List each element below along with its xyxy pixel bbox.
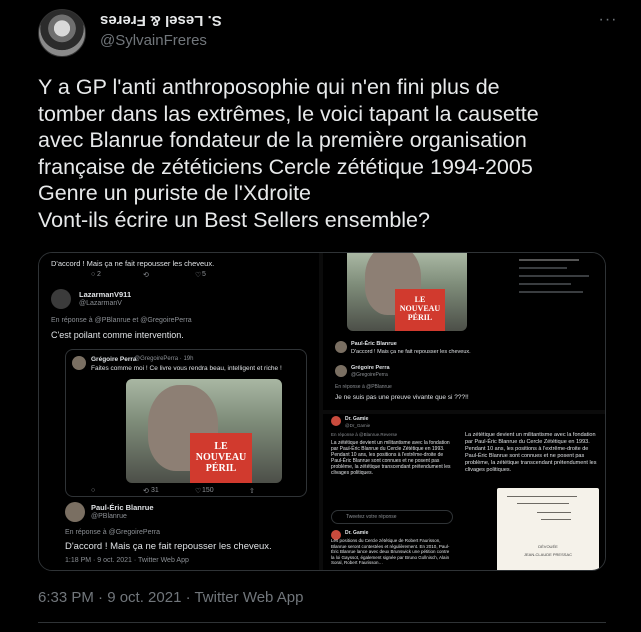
- handwriting-line: [517, 503, 569, 504]
- media-image-1[interactable]: D'accord ! Mais ça ne fait repousser les…: [39, 253, 319, 570]
- media-image-3[interactable]: Dr. Gamie @Dr_Gamie En réponse à @Blanru…: [323, 414, 605, 570]
- book-title-line-2: PÉRIL: [407, 313, 433, 322]
- sidebar-text-line: [519, 291, 583, 293]
- author-handle[interactable]: @SylvainFreres: [100, 32, 207, 49]
- stat-likes: 150: [202, 487, 214, 494]
- top-reply-text: D'accord ! Mais ça ne fait repousser les…: [51, 259, 215, 268]
- tweet-reply-placeholder: Tweetez votre réponse: [346, 514, 397, 520]
- book-cover: LE NOUVEAU PÉRIL: [395, 289, 445, 331]
- heart-icon: ♡: [195, 272, 202, 279]
- avatar[interactable]: [38, 9, 86, 57]
- panel3-reply-to: En réponse à @Blanrue.Reverse: [331, 432, 398, 437]
- reply-author: Paul-Éric Blanrue: [91, 503, 154, 512]
- avatar: [72, 356, 86, 370]
- quoted-name: Grégoire Perra: [91, 356, 137, 363]
- quoted-handle: @GregoirePerra · 19h: [134, 356, 194, 362]
- user1-handle: @LazarmanV: [79, 300, 122, 307]
- handwriting-line: [507, 496, 577, 497]
- heart-icon[interactable]: ♡: [195, 487, 201, 495]
- reply-to-text: En réponse à @GregoirePerra: [65, 529, 161, 536]
- quoted-text: Faites comme moi ! Ce livre vous rendra …: [91, 365, 282, 372]
- divider: [38, 622, 606, 623]
- tweet-text: Y a GP l'anti anthroposophie qui n'en fi…: [38, 75, 539, 232]
- book-photo: LE NOUVEAU PÉRIL: [347, 253, 467, 331]
- more-dots-icon[interactable]: ···: [598, 12, 618, 33]
- panel3-handle: @Dr_Gamie: [345, 423, 371, 428]
- reply-handle: @PBlanrue: [91, 513, 127, 520]
- reply-to-text: En réponse à @PBlanrue et @GregoirePerra: [51, 317, 192, 324]
- avatar: [51, 289, 71, 309]
- retweet-icon[interactable]: ⟲: [143, 487, 149, 495]
- book-title-line-1: LE NOUVEAU: [195, 441, 247, 463]
- panel3-name: Dr. Gamie: [345, 416, 369, 422]
- sidebar-text-line: [519, 259, 579, 261]
- avatar: [331, 416, 341, 426]
- reply-icon[interactable]: ○: [91, 487, 95, 494]
- panel3-text: La zététique devient un militantisme ave…: [331, 440, 451, 476]
- book-cover: LE NOUVEAU PÉRIL: [190, 433, 252, 483]
- panel2-reply-to: En réponse à @PBlanrue: [335, 384, 392, 390]
- tweet-header: S. Lesel & Freres @SylvainFreres ···: [38, 9, 618, 57]
- stat-retweets: 31: [151, 487, 159, 494]
- letter-line-2: JEAN-CLAUDE PRESSAC: [523, 552, 572, 557]
- avatar: [335, 341, 347, 353]
- sidebar-text-line: [519, 283, 571, 285]
- avatar: [65, 502, 85, 522]
- book-photo[interactable]: LE NOUVEAU PÉRIL: [126, 379, 282, 483]
- share-icon[interactable]: ⇧: [249, 487, 255, 495]
- handwriting-line: [541, 519, 571, 520]
- quoted-tweet[interactable]: Grégoire Perra @GregoirePerra · 19h Fait…: [65, 349, 307, 497]
- media-image-2[interactable]: LE NOUVEAU PÉRIL Paul-Éric Blanrue D'acc…: [323, 253, 605, 410]
- panel3-second-name: Dr. Gamie: [345, 530, 369, 536]
- retweet-icon: ⟲: [143, 272, 149, 279]
- panel2-gp-handle: @GregoirePerra: [351, 372, 388, 378]
- panel3-text-right: La zététique devient un militantisme ave…: [465, 432, 597, 473]
- sidebar-text-line: [519, 275, 589, 277]
- sidebar-text-line: [519, 267, 567, 269]
- letter-line-1: DÉVOUÉE: [538, 544, 558, 549]
- handwriting-line: [537, 512, 571, 513]
- panel2-text: D'accord ! Mais ça ne fait repousser les…: [351, 349, 471, 355]
- author-display-name[interactable]: S. Lesel & Freres: [100, 12, 222, 29]
- user1-name: LazarmanV911: [79, 290, 132, 299]
- handwritten-letter: DÉVOUÉE JEAN-CLAUDE PRESSAC: [497, 488, 599, 570]
- avatar: [335, 365, 347, 377]
- book-title-line-1: LE NOUVEAU: [399, 295, 441, 313]
- user1-text: C'est poilant comme intervention.: [51, 330, 184, 340]
- panel2-gp-name: Grégoire Perra: [351, 365, 390, 371]
- panel2-author: Paul-Éric Blanrue: [351, 341, 397, 347]
- book-title-line-2: PÉRIL: [205, 463, 237, 474]
- reply-meta: 1:18 PM · 9 oct. 2021 · Twitter Web App: [65, 557, 189, 564]
- panel3-second-text: Les positions du Cercle zététique de Rob…: [331, 538, 450, 565]
- reply-icon: ○: [91, 271, 96, 278]
- reply-box[interactable]: Tweetez votre réponse: [331, 510, 453, 524]
- top-stat-likes: 5: [202, 271, 206, 278]
- tweet-media[interactable]: D'accord ! Mais ça ne fait repousser les…: [38, 252, 606, 571]
- tweet-timestamp[interactable]: 6:33 PM · 9 oct. 2021 · Twitter Web App: [38, 589, 303, 606]
- top-stat-replies: 2: [97, 271, 101, 278]
- reply-text: D'accord ! Mais ça ne fait repousser les…: [65, 541, 272, 552]
- panel2-gp-text: Je ne suis pas une preuve vivante que si…: [335, 394, 469, 401]
